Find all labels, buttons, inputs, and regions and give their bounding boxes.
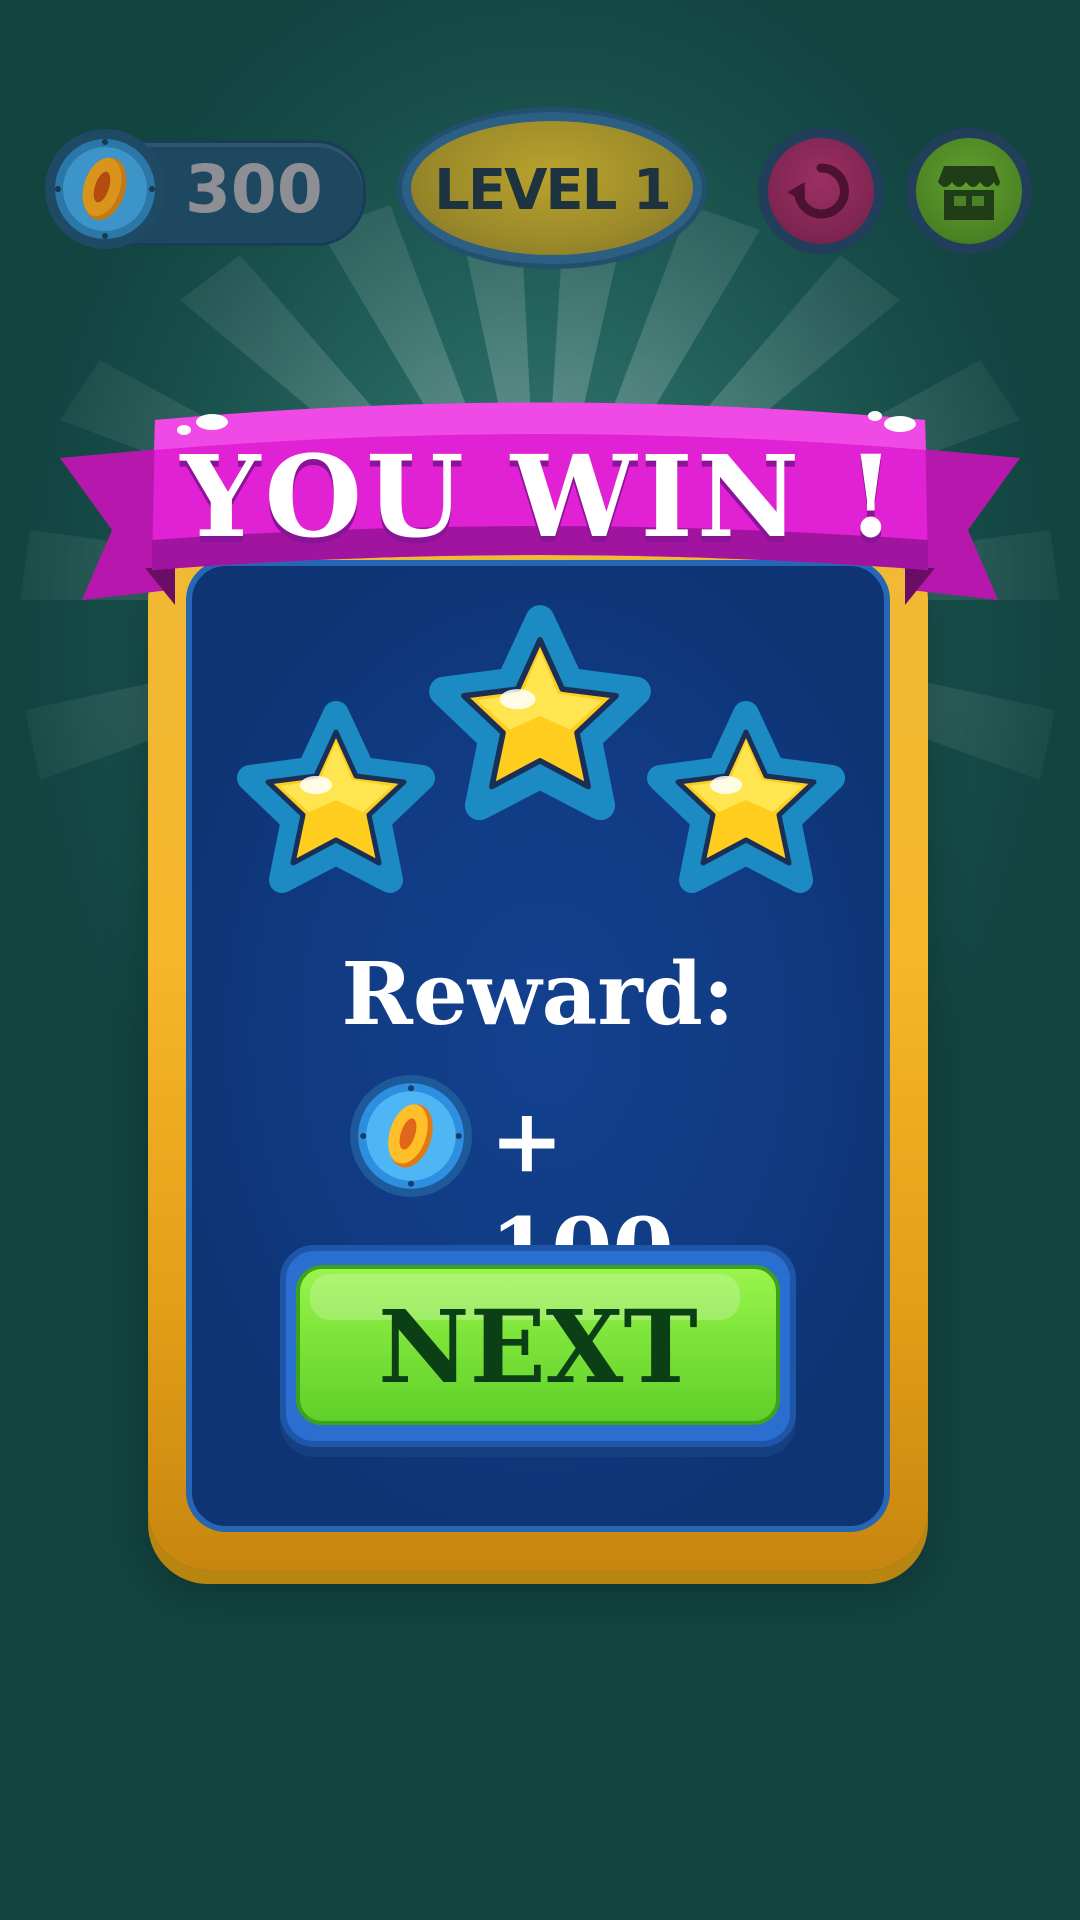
coin-count: 300 xyxy=(185,151,323,228)
star-icon xyxy=(647,701,845,893)
shop-icon xyxy=(938,166,1000,220)
reward-amount: + 100 xyxy=(490,1088,674,1302)
level-label: LEVEL 1 xyxy=(434,158,672,223)
win-title: YOU WIN ! xyxy=(180,432,900,563)
restart-button[interactable] xyxy=(758,128,884,254)
top-hud: 300 LEVEL 1 xyxy=(0,0,1080,280)
next-button-label[interactable]: NEXT xyxy=(296,1272,780,1422)
restart-icon xyxy=(787,163,849,219)
star-icon xyxy=(237,701,435,893)
coin-icon xyxy=(350,1075,472,1197)
coin-icon xyxy=(45,129,165,249)
shop-button[interactable] xyxy=(906,128,1032,254)
reward-label: Reward: xyxy=(341,944,735,1045)
star-icon xyxy=(429,605,651,821)
